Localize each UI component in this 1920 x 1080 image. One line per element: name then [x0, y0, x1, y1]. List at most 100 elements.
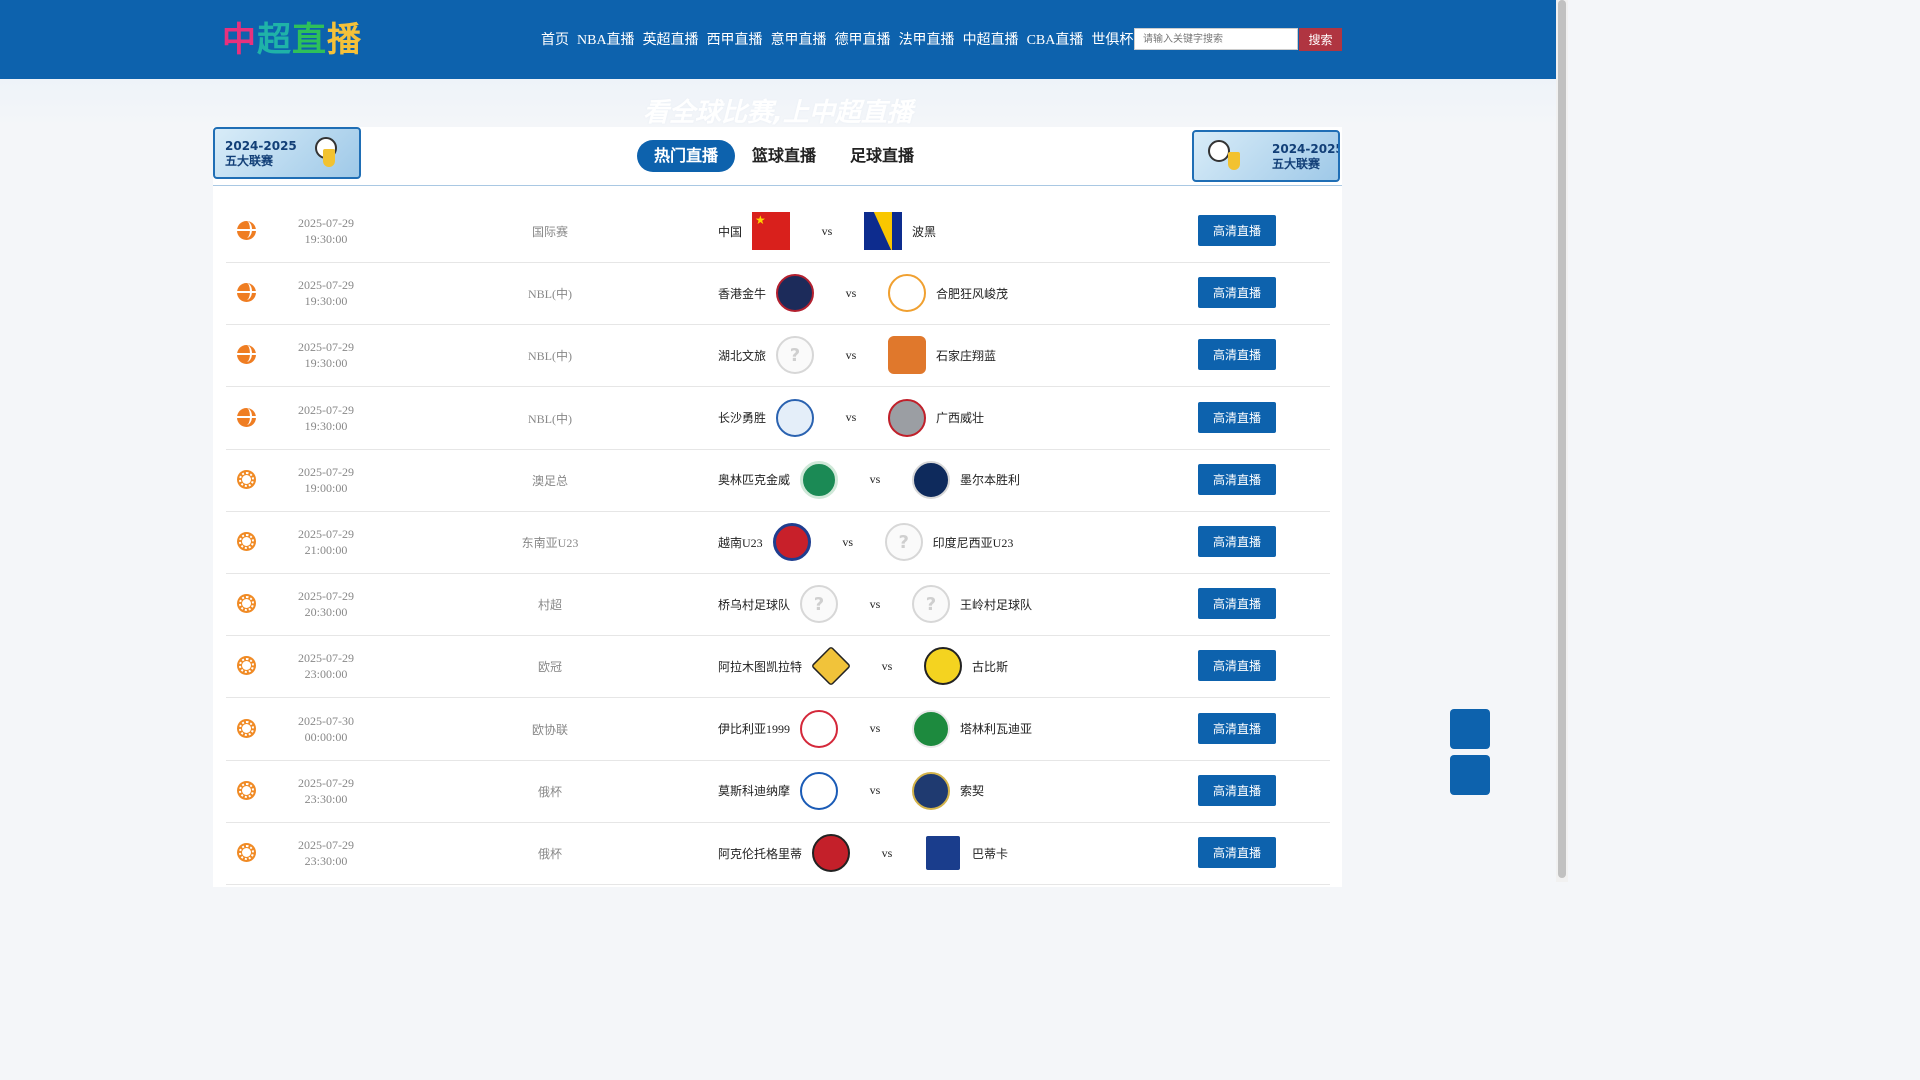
hd-live-button[interactable]: 高清直播 — [1198, 526, 1276, 557]
away-team-name[interactable]: 石家庄翔蓝 — [936, 347, 996, 364]
match-teams: 伊比利亚1999 vs 塔林利瓦迪亚 — [718, 709, 1032, 749]
league-badge-right[interactable]: 2024-2025 五大联赛 — [1192, 130, 1340, 182]
home-team-name[interactable]: 阿拉木图凯拉特 — [718, 658, 802, 675]
hd-live-button[interactable]: 高清直播 — [1198, 277, 1276, 309]
site-logo[interactable]: 中超直播 — [222, 20, 362, 60]
unknown-team-logo-icon: ? — [912, 585, 951, 624]
vs-label: vs — [845, 410, 857, 425]
away-team-name[interactable]: 波黑 — [912, 223, 936, 240]
match-datetime: 2025-07-29 23:00:00 — [266, 650, 386, 682]
vs-label: vs — [881, 845, 893, 860]
search-input[interactable] — [1134, 28, 1298, 50]
hd-live-button[interactable]: 高清直播 — [1198, 215, 1276, 246]
football-icon — [237, 532, 256, 551]
float-service-button[interactable] — [1450, 709, 1490, 749]
china-flag-icon — [752, 212, 791, 250]
nav-ligue-1[interactable]: 法甲直播 — [899, 30, 955, 52]
nav-nba[interactable]: NBA直播 — [577, 30, 635, 52]
match-date: 2025-07-29 — [298, 838, 354, 852]
search-button[interactable]: 搜索 — [1299, 28, 1342, 51]
kairat-crest-icon — [810, 646, 852, 687]
match-datetime: 2025-07-29 19:30:00 — [266, 402, 386, 434]
away-team-name[interactable]: 塔林利瓦迪亚 — [960, 720, 1032, 737]
match-datetime: 2025-07-29 23:30:00 — [266, 837, 386, 869]
nav-home[interactable]: 首页 — [541, 30, 569, 52]
site-header: 中超直播 首页 NBA直播 英超直播 西甲直播 意甲直播 德甲直播 法甲直播 中… — [0, 0, 1556, 79]
home-team-name[interactable]: 湖北文旅 — [718, 347, 766, 364]
away-team-name[interactable]: 王岭村足球队 — [960, 596, 1032, 613]
match-row: 2025-07-29 19:00:00 澳足总 奥林匹克金威 vs 墨尔本胜利 高清直播 — [226, 449, 1330, 512]
vs-label: vs — [845, 285, 857, 300]
match-datetime: 2025-07-29 21:00:00 — [266, 526, 386, 558]
logo-char: 超 — [257, 20, 292, 60]
match-date: 2025-07-29 — [298, 651, 354, 666]
away-team-name[interactable]: 印度尼西亚U23 — [933, 534, 1014, 551]
match-time: 19:00:00 — [304, 480, 348, 495]
vff-crest-icon — [772, 523, 811, 561]
match-date: 2025-07-30 — [298, 713, 354, 728]
away-team-name[interactable]: 索契 — [960, 782, 984, 799]
match-time: 23:30:00 — [304, 854, 348, 868]
football-icon — [237, 469, 256, 489]
hd-live-button[interactable]: 高清直播 — [1198, 712, 1276, 744]
match-date: 2025-07-29 — [298, 340, 354, 355]
basketball-icon — [237, 407, 256, 427]
hd-live-button[interactable]: 高清直播 — [1198, 401, 1276, 433]
scrollbar[interactable] — [1556, 0, 1568, 882]
float-top-button[interactable] — [1450, 755, 1490, 795]
scrollbar-thumb[interactable] — [1558, 0, 1566, 878]
tab-hot-live[interactable]: 热门直播 — [637, 140, 736, 172]
home-team-name[interactable]: 奥林匹克金威 — [718, 471, 790, 488]
match-datetime: 2025-07-29 20:30:00 — [266, 588, 386, 620]
nav-csl[interactable]: 中超直播 — [963, 30, 1019, 52]
nav-bundesliga[interactable]: 德甲直播 — [835, 30, 891, 52]
match-row: 2025-07-29 19:30:00 国际赛 中国 vs 波黑 高清直播 — [226, 200, 1330, 263]
home-team-name[interactable]: 阿克伦托格里蒂 — [718, 845, 802, 862]
match-league: 国际赛 — [531, 225, 568, 239]
league-badge-left[interactable]: 2024-2025 五大联赛 — [213, 127, 361, 179]
slogan: 看全球比赛,上中超直播 — [643, 98, 913, 128]
vs-label: vs — [881, 658, 893, 673]
main-nav: 首页 NBA直播 英超直播 西甲直播 意甲直播 德甲直播 法甲直播 中超直播 C… — [541, 30, 1169, 52]
match-teams: 阿克伦托格里蒂 vs 巴蒂卡 — [718, 833, 1008, 873]
hd-live-button[interactable]: 高清直播 — [1198, 650, 1276, 682]
away-team-name[interactable]: 广西威壮 — [936, 409, 984, 426]
football-icon — [237, 594, 256, 614]
home-team-name[interactable]: 莫斯科迪纳摩 — [718, 782, 790, 799]
football-icon — [237, 843, 256, 862]
red-bird-crest-icon — [800, 709, 839, 748]
match-time: 23:30:00 — [304, 791, 348, 806]
nav-la-liga[interactable]: 西甲直播 — [707, 30, 763, 52]
hd-live-button[interactable]: 高清直播 — [1198, 463, 1276, 495]
akron-crest-icon — [812, 834, 851, 872]
nav-premier-league[interactable]: 英超直播 — [643, 30, 699, 52]
away-team-name[interactable]: 合肥狂风峻茂 — [936, 285, 1008, 302]
tab-bar: 2024-2025 五大联赛 热门直播 篮球直播 足球直播 2024-2025 … — [213, 127, 1342, 186]
home-team-name[interactable]: 桥乌村足球队 — [718, 596, 790, 613]
bulls-crest-icon — [776, 274, 815, 313]
nav-serie-a[interactable]: 意甲直播 — [771, 30, 827, 52]
home-team-name[interactable]: 越南U23 — [718, 534, 763, 551]
match-date: 2025-07-29 — [298, 589, 354, 604]
hd-live-button[interactable]: 高清直播 — [1198, 837, 1276, 868]
match-league: NBL(中) — [528, 411, 572, 426]
nav-cba[interactable]: CBA直播 — [1027, 30, 1084, 52]
away-team-name[interactable]: 古比斯 — [972, 658, 1008, 675]
match-row: 2025-07-29 19:30:00 NBL(中) 香港金牛 vs 合肥狂风峻茂 高清直播 — [226, 262, 1330, 326]
away-team-name[interactable]: 墨尔本胜利 — [960, 471, 1020, 488]
football-icon — [237, 656, 256, 676]
home-team-name[interactable]: 中国 — [718, 223, 742, 240]
match-time: 19:30:00 — [304, 418, 348, 433]
vs-label: vs — [869, 596, 881, 611]
match-row: 2025-07-29 19:30:00 NBL(中) 长沙勇胜 vs 广西威壮 高清直播 — [226, 387, 1330, 450]
tab-basketball-live[interactable]: 篮球直播 — [735, 140, 833, 172]
home-team-name[interactable]: 长沙勇胜 — [718, 409, 766, 426]
hd-live-button[interactable]: 高清直播 — [1198, 774, 1276, 806]
home-team-name[interactable]: 香港金牛 — [718, 285, 766, 302]
home-team-name[interactable]: 伊比利亚1999 — [718, 720, 790, 737]
tab-football-live[interactable]: 足球直播 — [833, 140, 931, 172]
away-team-name[interactable]: 巴蒂卡 — [972, 845, 1008, 862]
hd-live-button[interactable]: 高清直播 — [1198, 339, 1276, 371]
match-league: 澳足总 — [531, 473, 568, 488]
hd-live-button[interactable]: 高清直播 — [1198, 588, 1276, 620]
